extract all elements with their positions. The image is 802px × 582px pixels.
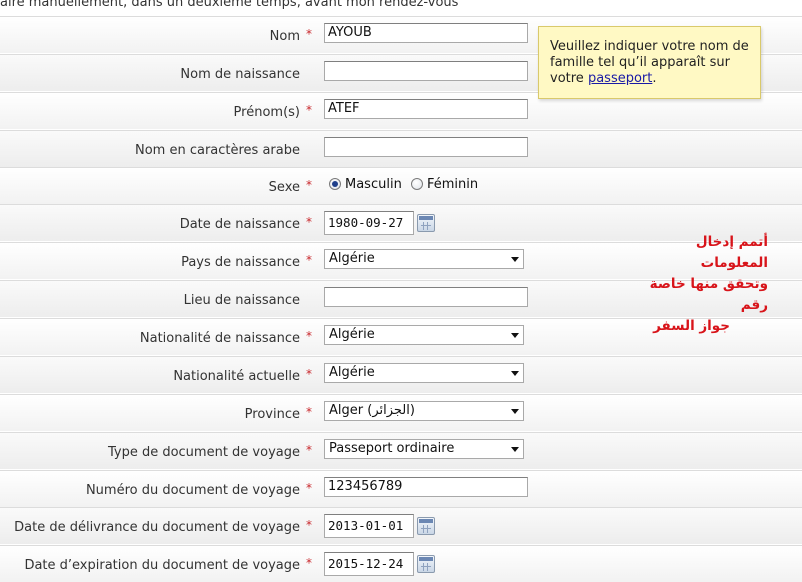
annotation-line-3: جواز السفر [653,318,730,334]
label-date-expiration: Date d’expiration du document de voyage [24,558,300,573]
required-mark: * [306,215,312,229]
chevron-down-icon [511,409,519,414]
label-nationalite-naissance: Nationalité de naissance [139,331,300,346]
radio-feminin-label[interactable]: Féminin [427,177,478,192]
label-nom-arabe: Nom en caractères arabe [134,143,300,158]
label-date-delivrance: Date de délivrance du document de voyage [14,520,300,535]
label-prenom: Prénom(s) [233,105,300,120]
prenom-input[interactable]: ATEF [324,99,528,119]
label-numero-document: Numéro du document de voyage [85,483,300,498]
province-value: Alger (الجزائر) [329,403,415,418]
required-mark: * [306,405,312,419]
required-mark: * [306,253,312,267]
row-nom-arabe: Nom en caractères arabe [0,130,802,167]
radio-masculin[interactable] [329,178,341,190]
row-nationalite-actuelle: Nationalité actuelle * Algérie [0,356,802,393]
pays-naissance-value: Algérie [329,251,375,266]
label-nom: Nom [269,29,300,44]
tooltip-passeport-link[interactable]: passeport [588,71,652,86]
nationalite-actuelle-select[interactable]: Algérie [324,363,524,383]
label-province: Province [244,407,300,422]
label-date-naissance: Date de naissance [179,217,300,232]
label-type-document: Type de document de voyage [107,445,300,460]
row-date-expiration: Date d’expiration du document de voyage … [0,545,802,582]
chevron-down-icon [511,257,519,262]
date-naissance-input[interactable]: 1980-09-27 [324,211,414,235]
nom-naissance-input[interactable] [324,61,528,81]
label-pays-naissance: Pays de naissance [181,255,300,270]
required-mark: * [306,556,312,570]
required-mark: * [306,518,312,532]
row-province: Province * Alger (الجزائر) [0,394,802,431]
tooltip-text-end: . [652,71,657,86]
type-document-value: Passeport ordinaire [329,441,455,456]
chevron-down-icon [511,447,519,452]
type-document-select[interactable]: Passeport ordinaire [324,439,524,459]
annotation-line-1: أتمم إدخال المعلومات [695,234,768,271]
required-mark: * [306,178,312,192]
date-delivrance-input[interactable]: 2013-01-01 [324,514,414,538]
row-sexe: Sexe * Masculin Féminin [0,167,802,204]
chevron-down-icon [511,333,519,338]
annotation-line-2: وتحقق منها خاصة رقم [649,276,768,313]
pays-naissance-select[interactable]: Algérie [324,249,524,269]
calendar-icon[interactable] [417,214,435,232]
label-nationalite-actuelle: Nationalité actuelle [173,369,300,384]
nom-input[interactable]: AYOUB [324,23,528,43]
nom-arabe-input[interactable] [324,137,528,157]
arabic-annotation: أتمم إدخال المعلومات وتحقق منها خاصة رقم… [636,232,768,337]
numero-document-input[interactable]: 123456789 [324,477,528,497]
required-mark: * [306,27,312,41]
row-numero-document: Numéro du document de voyage * 123456789 [0,470,802,507]
row-type-document: Type de document de voyage * Passeport o… [0,432,802,469]
radio-feminin[interactable] [411,178,423,190]
nationalite-naissance-select[interactable]: Algérie [324,325,524,345]
nationalite-naissance-value: Algérie [329,327,375,342]
lieu-naissance-input[interactable] [324,287,528,307]
label-sexe: Sexe [268,180,300,195]
required-mark: * [306,443,312,457]
label-lieu-naissance: Lieu de naissance [183,293,300,308]
required-mark: * [306,367,312,381]
required-mark: * [306,481,312,495]
help-tooltip: Veuillez indiquer votre nom de famille t… [538,26,761,99]
row-date-delivrance: Date de délivrance du document de voyage… [0,507,802,544]
province-select[interactable]: Alger (الجزائر) [324,401,524,421]
required-mark: * [306,329,312,343]
calendar-icon[interactable] [417,517,435,535]
required-mark: * [306,103,312,117]
calendar-icon[interactable] [417,555,435,573]
chevron-down-icon [511,371,519,376]
date-expiration-input[interactable]: 2015-12-24 [324,552,414,576]
intro-text: aire manuellement, dans un deuxième temp… [0,0,459,10]
nationalite-actuelle-value: Algérie [329,365,375,380]
label-nom-naissance: Nom de naissance [180,67,300,82]
radio-masculin-label[interactable]: Masculin [345,177,402,192]
